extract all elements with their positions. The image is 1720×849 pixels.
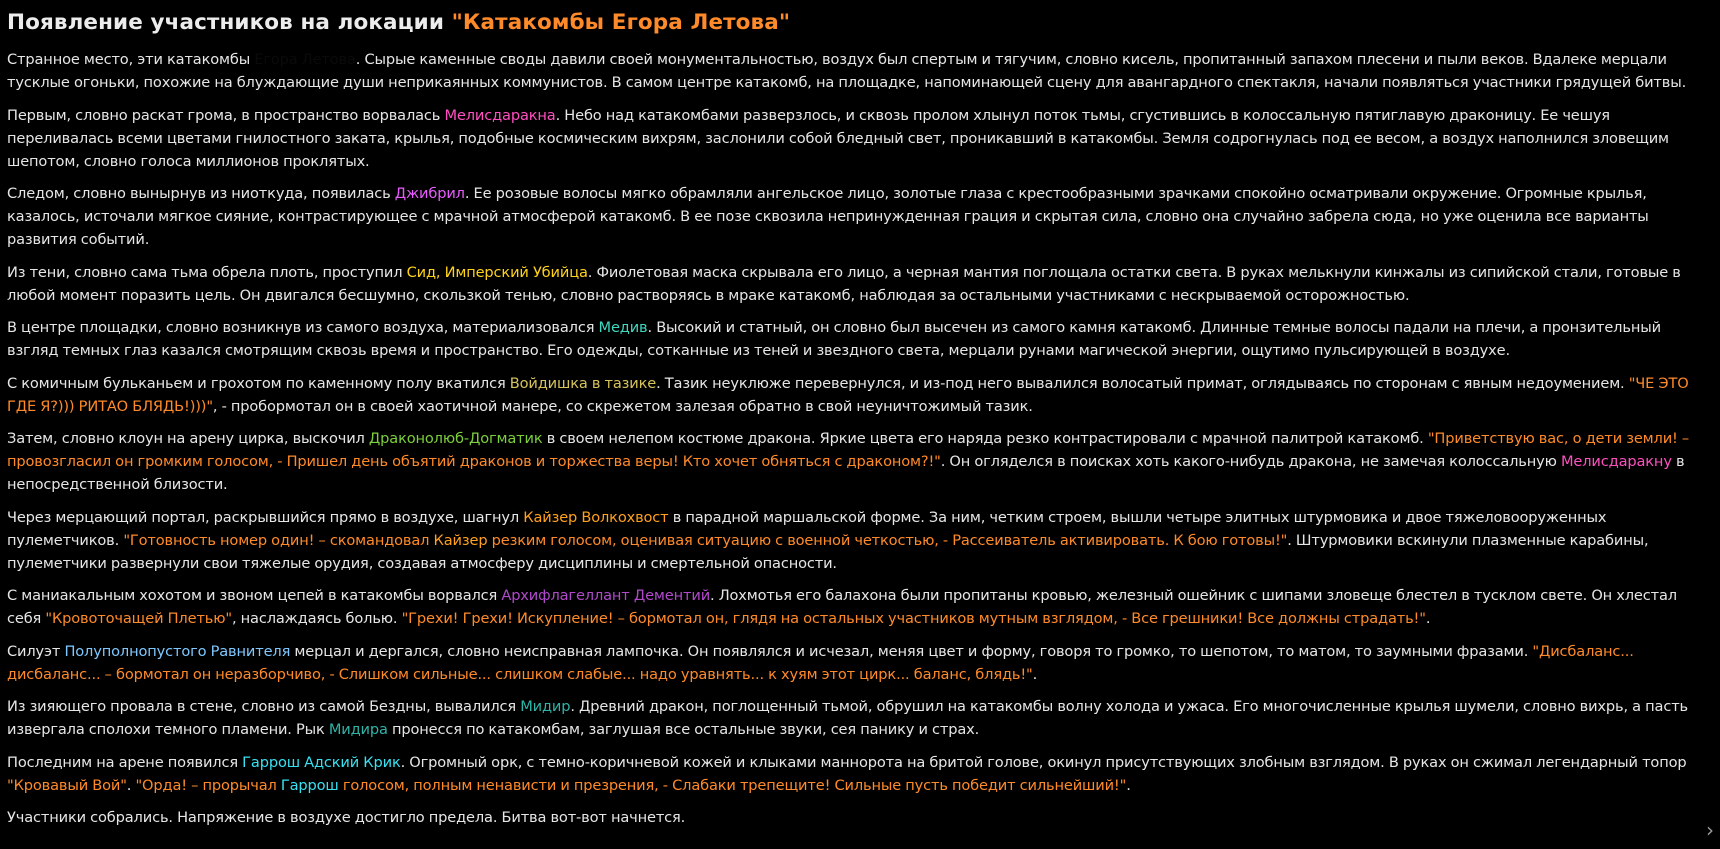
- character-name: Кайзер: [433, 531, 488, 549]
- paragraph-text: Следом, словно вынырнув из ниоткуда, поя…: [7, 185, 395, 202]
- character-name: Медив: [598, 319, 648, 336]
- character-name: Мелисдаракну: [1560, 453, 1672, 470]
- paragraph-text: Последним на арене появился: [7, 753, 243, 771]
- story-paragraph: Странное место, эти катакомбы Егора Лето…: [7, 48, 1697, 94]
- quote-text: резким голосом, оценивая ситуацию с воен…: [487, 531, 1288, 549]
- paragraph-text: . Тазик неуклюже перевернулся, и из-под …: [656, 374, 1629, 392]
- chevron-right-icon[interactable]: ›: [1702, 819, 1718, 841]
- paragraph-text: , - пробормотал он в своей хаотичной ман…: [212, 397, 1033, 415]
- story-paragraph: В центре площадки, словно возникнув из с…: [7, 316, 1697, 362]
- quote-text: "Кровавый Вой": [7, 776, 127, 794]
- paragraph-text: , наслаждаясь болью.: [231, 610, 402, 627]
- character-name: Драконолюб-Догматик: [368, 430, 543, 447]
- character-name: Полуполнопустого Равнителя: [64, 642, 291, 660]
- story-paragraph: Через мерцающий портал, раскрывшийся пря…: [7, 506, 1697, 575]
- quote-text: "Готовность номер один! – скомандовал: [123, 531, 434, 549]
- paragraph-text: .: [1425, 610, 1431, 627]
- story-paragraph: С маниакальным хохотом и звоном цепей в …: [7, 584, 1697, 630]
- character-name: Егора Летова: [254, 51, 356, 68]
- story-body: Странное место, эти катакомбы Егора Лето…: [7, 48, 1697, 829]
- story-paragraph: Первым, словно раскат грома, в пространс…: [7, 104, 1697, 173]
- paragraph-text: С комичным бульканьем и грохотом по каме…: [7, 374, 510, 392]
- story-paragraph: Из тени, словно сама тьма обрела плоть, …: [7, 261, 1697, 307]
- story-paragraph: Участники собрались. Напряжение в воздух…: [7, 806, 1697, 829]
- quote-text: голосом, полным ненависти и презрения, -…: [338, 776, 1127, 794]
- title-location: "Катакомбы Егора Летова": [451, 10, 791, 35]
- paragraph-text: пронесся по катакомбам, заглушая все ост…: [387, 721, 980, 738]
- paragraph-text: С маниакальным хохотом и звоном цепей в …: [7, 587, 502, 604]
- paragraph-text: в своем нелепом костюме дракона. Яркие ц…: [542, 430, 1428, 447]
- story-paragraph: С комичным бульканьем и грохотом по каме…: [7, 372, 1697, 418]
- paragraph-text: Странное место, эти катакомбы: [7, 51, 255, 68]
- character-name: Мидир: [520, 698, 571, 715]
- paragraph-text: Силуэт: [7, 642, 65, 660]
- paragraph-text: .: [1126, 776, 1131, 794]
- paragraph-text: Первым, словно раскат грома, в пространс…: [7, 106, 445, 124]
- character-name: Сид, Имперский Убийца: [406, 263, 588, 281]
- character-name: Войдишка в тазике: [509, 374, 657, 392]
- paragraph-text: Затем, словно клоун на арену цирка, выск…: [7, 430, 369, 447]
- quote-text: "Кровоточащей Плетью": [45, 610, 232, 627]
- story-paragraph: Затем, словно клоун на арену цирка, выск…: [7, 427, 1697, 496]
- title-prefix: Появление участников на локации: [7, 10, 452, 35]
- paragraph-text: Участники собрались. Напряжение в воздух…: [7, 809, 686, 826]
- story-paragraph: Силуэт Полуполнопустого Равнителя мерцал…: [7, 640, 1697, 686]
- paragraph-text: . Он огляделся в поисках хоть какого-ниб…: [940, 453, 1561, 470]
- quote-text: "Грехи! Грехи! Искупление! – бормотал он…: [401, 610, 1426, 627]
- paragraph-text: Из тени, словно сама тьма обрела плоть, …: [7, 263, 407, 281]
- quote-text: "Орда! – прорычал: [135, 776, 281, 794]
- character-name: Мидира: [328, 721, 388, 738]
- paragraph-text: мерцал и дергался, словно неисправная ла…: [290, 642, 1533, 660]
- article: Появление участников на локации "Катаком…: [7, 0, 1697, 849]
- character-name: Джибрил: [394, 185, 465, 202]
- character-name: Гаррош: [280, 776, 339, 794]
- paragraph-text: .: [1032, 665, 1038, 683]
- character-name: Кайзер Волкохвост: [523, 508, 669, 526]
- story-paragraph: Из зияющего провала в стене, словно из с…: [7, 695, 1697, 741]
- story-paragraph: Последним на арене появился Гаррош Адски…: [7, 751, 1697, 797]
- paragraph-text: . Огромный орк, с темно-коричневой кожей…: [400, 753, 1687, 771]
- story-paragraph: Следом, словно вынырнув из ниоткуда, поя…: [7, 182, 1697, 251]
- character-name: Архифлагеллант Дементий: [501, 587, 711, 604]
- character-name: Мелисдаракна: [444, 106, 556, 124]
- paragraph-text: Через мерцающий портал, раскрывшийся пря…: [7, 508, 524, 526]
- paragraph-text: В центре площадки, словно возникнув из с…: [7, 319, 599, 336]
- page-title: Появление участников на локации "Катаком…: [7, 10, 1697, 36]
- paragraph-text: Из зияющего провала в стене, словно из с…: [7, 698, 521, 715]
- character-name: Гаррош Адский Крик: [242, 753, 401, 771]
